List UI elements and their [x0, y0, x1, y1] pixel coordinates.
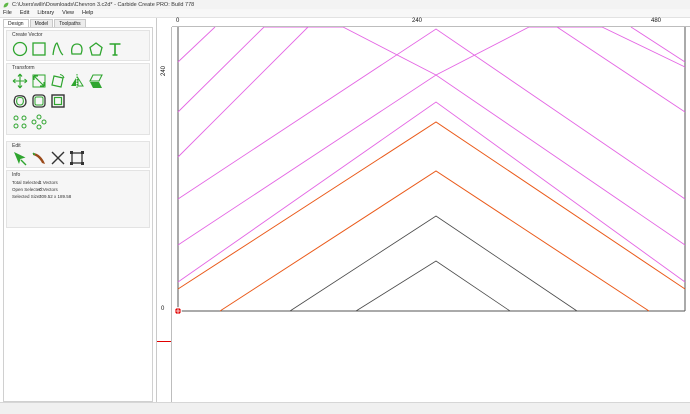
design-canvas[interactable] [172, 27, 690, 402]
selected-size-label: Selected Size: [12, 194, 41, 199]
create-vector-section: Create Vector [6, 30, 150, 61]
orange-chevron-inner[interactable] [219, 170, 650, 312]
rectangle-tool-icon [32, 42, 46, 56]
orange-chevrons [177, 121, 686, 312]
selected-size-value: 309.52 x 189.58 [39, 194, 72, 199]
edit-title: Edit [12, 143, 21, 149]
magenta-chevron-3[interactable] [177, 27, 309, 158]
title-bar: C:\Users\willr\Downloads\Chevron 3.c2d* … [0, 0, 690, 9]
menu-file[interactable]: File [3, 10, 12, 16]
polyline-tool-button[interactable] [69, 41, 85, 57]
polygon-tool-icon [89, 42, 103, 56]
trim-tool-button[interactable] [50, 150, 66, 166]
info-section: Info Total Selected: 1 Vectors Open Sele… [6, 170, 150, 228]
rotate-tool-icon [51, 74, 65, 88]
circle-tool-icon [12, 41, 28, 57]
ruler-left: 240 0 [157, 27, 172, 402]
menu-library[interactable]: Library [37, 10, 54, 16]
magenta-chevron-6[interactable] [177, 101, 686, 283]
origin-marker [174, 307, 182, 315]
node-edit-button[interactable] [12, 150, 28, 166]
move-tool-button[interactable] [12, 73, 28, 89]
design-panel: Create Vector Transform Edit Info Total … [3, 27, 153, 402]
boolean-tool-button[interactable] [50, 93, 66, 109]
circular-array-tool-button[interactable] [31, 114, 47, 130]
fillet-tool-icon [32, 94, 46, 108]
menu-edit[interactable]: Edit [20, 10, 29, 16]
scale-tool-button[interactable] [31, 73, 47, 89]
ruler-left-cursor-marker [157, 341, 171, 342]
gray-chevrons [289, 215, 578, 312]
bounding-box-button[interactable] [69, 150, 85, 166]
bounding-box-icon [70, 151, 84, 165]
edit-section: Edit [6, 141, 150, 168]
total-selected-value: 1 Vectors [39, 180, 58, 185]
knife-tool-button[interactable] [31, 150, 47, 166]
gray-chevron-inner[interactable] [355, 260, 511, 312]
menu-view[interactable]: View [62, 10, 74, 16]
mode-tabs: Design Model Toolpaths [3, 19, 87, 27]
rectangle-tool-button[interactable] [31, 41, 47, 57]
skew-tool-icon [89, 74, 103, 88]
curve-tool-button[interactable] [50, 41, 66, 57]
curve-tool-icon [52, 42, 64, 56]
mirror-tool-icon [71, 74, 84, 88]
ruler-left-label-0: 0 [161, 306, 165, 312]
transform-title: Transform [12, 65, 35, 71]
ruler-top: 0 240 480 [172, 18, 690, 27]
status-bar [0, 402, 690, 414]
move-tool-icon [12, 73, 28, 89]
total-selected-label: Total Selected: [12, 180, 42, 185]
text-tool-button[interactable] [107, 41, 123, 57]
ruler-top-label-240: 240 [412, 18, 423, 24]
circular-array-tool-icon [31, 114, 47, 130]
magenta-chevron-5[interactable] [177, 74, 686, 246]
skew-tool-button[interactable] [88, 73, 104, 89]
create-vector-title: Create Vector [12, 32, 43, 38]
menu-help[interactable]: Help [82, 10, 93, 16]
tab-toolpaths[interactable]: Toolpaths [54, 19, 86, 27]
open-selected-value: 0 Vectors [39, 187, 58, 192]
magenta-chevron-1[interactable] [177, 27, 216, 63]
scale-tool-icon [32, 74, 46, 88]
window-title: C:\Users\willr\Downloads\Chevron 3.c2d* … [12, 1, 195, 8]
fillet-tool-button[interactable] [31, 93, 47, 109]
rotate-tool-button[interactable] [50, 73, 66, 89]
offset-tool-button[interactable] [12, 93, 28, 109]
magenta-chevron-7[interactable] [556, 27, 686, 113]
array-tool-button[interactable] [12, 114, 28, 130]
polyline-tool-icon [71, 43, 83, 55]
knife-tool-icon [32, 152, 45, 164]
tab-design[interactable]: Design [3, 19, 29, 27]
circle-tool-button[interactable] [12, 41, 28, 57]
trim-tool-icon [51, 151, 65, 165]
tab-model[interactable]: Model [29, 19, 54, 27]
polygon-tool-button[interactable] [88, 41, 104, 57]
gray-chevron-outer[interactable] [289, 215, 578, 312]
offset-tool-icon [13, 95, 27, 108]
magenta-chevron-2[interactable] [177, 27, 686, 113]
boolean-tool-icon [51, 94, 65, 108]
mirror-tool-button[interactable] [69, 73, 85, 89]
node-edit-icon [14, 152, 27, 166]
canvas-drawing[interactable] [172, 27, 690, 402]
array-tool-icon [13, 115, 27, 129]
menu-bar: File Edit Library View Help [0, 9, 690, 18]
text-tool-icon [109, 43, 121, 56]
ruler-left-label-240: 240 [161, 65, 167, 76]
info-title: Info [12, 172, 21, 178]
ruler-top-label-480: 480 [651, 18, 662, 24]
transform-section: Transform [6, 63, 150, 135]
ruler-top-label-0: 0 [176, 18, 180, 24]
carbide-leaf-icon [3, 2, 9, 7]
magenta-chevrons [177, 27, 686, 283]
